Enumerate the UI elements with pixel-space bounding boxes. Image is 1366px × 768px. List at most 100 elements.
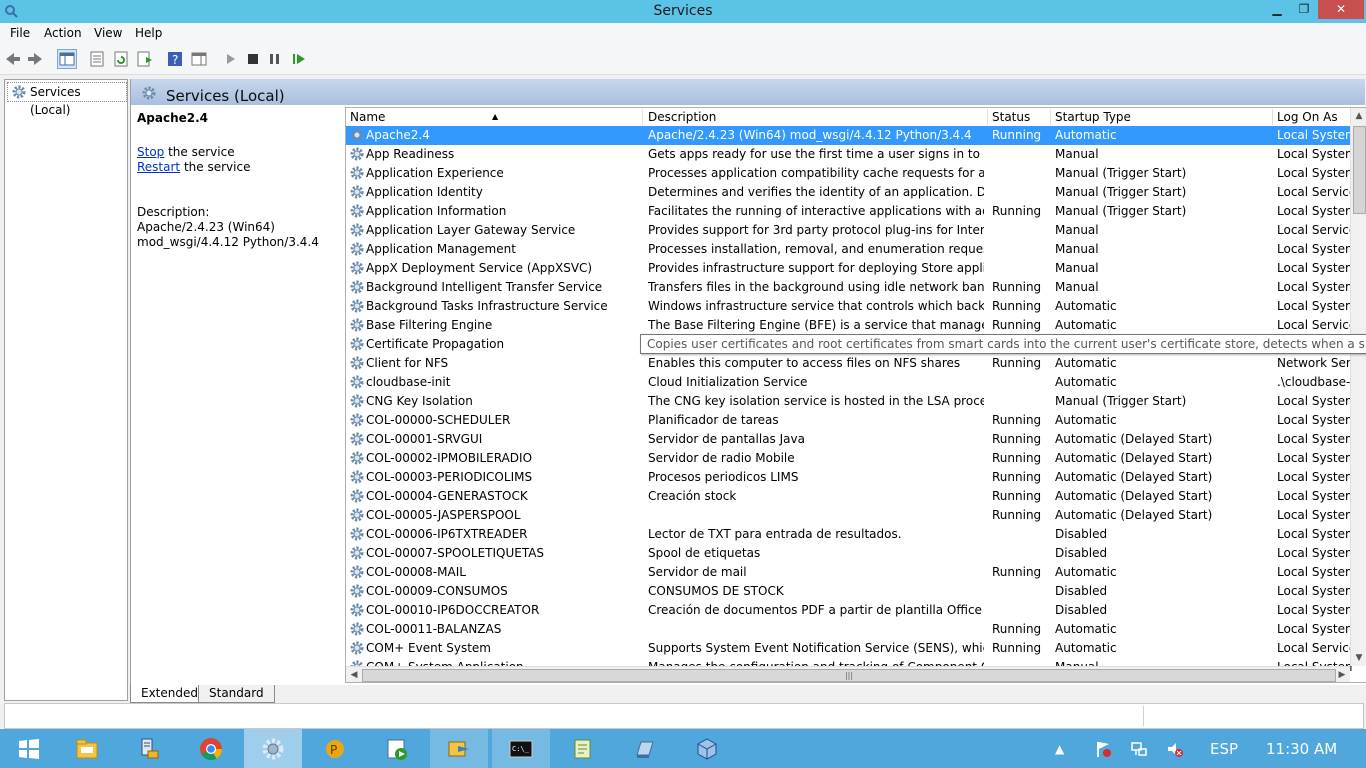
menu-action[interactable]: Action bbox=[44, 26, 82, 40]
cell-name: Application Management bbox=[366, 242, 516, 256]
start-button[interactable] bbox=[0, 729, 58, 768]
table-row[interactable]: AppX Deployment Service (AppXSVC) Provide… bbox=[346, 259, 1353, 278]
taskbar-virtualbox[interactable] bbox=[678, 729, 736, 768]
input-language[interactable]: ESP bbox=[1210, 740, 1238, 758]
volume-muted-icon[interactable] bbox=[1166, 740, 1184, 758]
horizontal-scrollbar[interactable]: ◀ ||| ▶ bbox=[346, 666, 1350, 682]
pause-service-icon[interactable] bbox=[266, 50, 284, 68]
taskbar-notepad[interactable] bbox=[554, 729, 612, 768]
stop-service-link[interactable]: Stop bbox=[137, 145, 164, 159]
cell-status: Running bbox=[992, 622, 1042, 636]
column-header-name[interactable]: Name ▲ bbox=[346, 109, 643, 125]
table-row[interactable]: COL-00001-SRVGUI Servidor de pantallas Ja… bbox=[346, 430, 1353, 449]
horizontal-scroll-thumb[interactable]: ||| bbox=[362, 669, 1336, 682]
cell-description: Enables this computer to access files on… bbox=[648, 356, 961, 370]
close-button[interactable]: ✕ bbox=[1318, 0, 1364, 19]
restart-service-icon[interactable] bbox=[290, 50, 308, 68]
table-row[interactable]: COL-00003-PERIODICOLIMS Procesos periodic… bbox=[346, 468, 1353, 487]
show-hide-console-tree-icon[interactable] bbox=[57, 49, 77, 69]
export-list-icon[interactable] bbox=[136, 50, 154, 68]
menu-help[interactable]: Help bbox=[135, 26, 162, 40]
table-row[interactable]: Client for NFS Enables this computer to a… bbox=[346, 354, 1353, 373]
forward-icon[interactable] bbox=[26, 50, 44, 68]
action-center-flag-icon[interactable] bbox=[1094, 740, 1112, 758]
taskbar-media[interactable] bbox=[368, 729, 426, 768]
cell-log-on-as: Local Service bbox=[1277, 318, 1353, 332]
table-row[interactable]: Application Information Facilitates the r… bbox=[346, 202, 1353, 221]
taskbar-disk[interactable] bbox=[616, 729, 674, 768]
table-row[interactable]: COL-00007-SPOOLETIQUETAS Spool de etiquet… bbox=[346, 544, 1353, 563]
cell-description: Creación stock bbox=[648, 489, 737, 503]
table-row[interactable]: App Readiness Gets apps ready for use the… bbox=[346, 145, 1353, 164]
terminal-icon: C:\_ bbox=[509, 740, 533, 758]
cell-log-on-as: Local Service bbox=[1277, 641, 1353, 655]
taskbar-network-transfer[interactable] bbox=[430, 729, 488, 768]
cell-startup-type: Disabled bbox=[1055, 603, 1108, 617]
menu-file[interactable]: File bbox=[10, 26, 30, 40]
table-row[interactable]: Application Identity Determines and verif… bbox=[346, 183, 1353, 202]
properties-icon[interactable] bbox=[88, 50, 106, 68]
taskbar-terminal[interactable]: C:\_ bbox=[492, 729, 550, 768]
table-row[interactable]: Application Experience Processes applicat… bbox=[346, 164, 1353, 183]
vertical-scrollbar[interactable]: ▲ ▼ bbox=[1350, 108, 1366, 666]
taskbar-server-manager[interactable] bbox=[120, 729, 178, 768]
table-row[interactable]: COL-00004-GENERASTOCK Creación stock Runni… bbox=[346, 487, 1353, 506]
help-icon[interactable]: ? bbox=[166, 50, 184, 68]
table-row[interactable]: CNG Key Isolation The CNG key isolation s… bbox=[346, 392, 1353, 411]
services-list[interactable]: Name ▲ Description Status Startup Type Lo… bbox=[345, 107, 1366, 683]
view-tabs: Extended Standard bbox=[130, 685, 1366, 703]
service-gear-icon bbox=[349, 203, 365, 219]
taskbar-services[interactable] bbox=[244, 729, 302, 768]
table-row[interactable]: Background Tasks Infrastructure Service W… bbox=[346, 297, 1353, 316]
minimize-button[interactable]: ▁ bbox=[1264, 0, 1290, 19]
tree-node-services-local[interactable]: Services (Local) bbox=[7, 82, 127, 117]
maximize-button[interactable]: ❐ bbox=[1291, 0, 1317, 19]
table-row[interactable]: COL-00011-BALANZAS Running Automatic Local … bbox=[346, 620, 1353, 639]
table-row[interactable]: Base Filtering Engine The Base Filtering … bbox=[346, 316, 1353, 335]
refresh-icon[interactable] bbox=[112, 50, 130, 68]
column-header-description[interactable]: Description bbox=[644, 109, 988, 125]
tab-standard[interactable]: Standard bbox=[198, 685, 275, 703]
table-row[interactable]: COL-00010-IP6DOCCREATOR Creación de docum… bbox=[346, 601, 1353, 620]
show-hidden-icons-icon[interactable]: ▲ bbox=[1055, 742, 1064, 756]
vertical-scroll-thumb[interactable] bbox=[1353, 126, 1366, 214]
taskbar-file-explorer[interactable] bbox=[58, 729, 116, 768]
scroll-left-icon[interactable]: ◀ bbox=[346, 667, 362, 682]
table-row[interactable]: Background Intelligent Transfer Service T… bbox=[346, 278, 1353, 297]
column-header-status[interactable]: Status bbox=[988, 109, 1051, 125]
restart-service-link[interactable]: Restart bbox=[137, 160, 180, 174]
network-icon[interactable] bbox=[1130, 740, 1148, 758]
scroll-right-icon[interactable]: ▶ bbox=[1334, 667, 1350, 682]
description-text-line1: Apache/2.4.23 (Win64) bbox=[137, 220, 275, 234]
column-header-log-on-as[interactable]: Log On As bbox=[1273, 109, 1355, 125]
scroll-up-icon[interactable]: ▲ bbox=[1351, 108, 1366, 124]
back-icon[interactable] bbox=[4, 50, 22, 68]
table-row[interactable]: COL-00000-SCHEDULER Planificador de tarea… bbox=[346, 411, 1353, 430]
table-row[interactable]: COL-00006-IP6TXTREADER Lector de TXT para… bbox=[346, 525, 1353, 544]
scroll-down-icon[interactable]: ▼ bbox=[1351, 650, 1366, 666]
start-service-icon[interactable] bbox=[222, 50, 240, 68]
clock[interactable]: 11:30 AM bbox=[1266, 740, 1337, 758]
service-gear-icon bbox=[349, 317, 365, 333]
cell-status: Running bbox=[992, 508, 1042, 522]
table-row[interactable]: cloudbase-init Cloud Initialization Servi… bbox=[346, 373, 1350, 392]
table-row[interactable]: COL-00002-IPMOBILERADIO Servidor de radio… bbox=[346, 449, 1353, 468]
status-divider bbox=[1143, 706, 1144, 726]
table-row[interactable]: COL-00008-MAIL Servidor de mail Running Aut… bbox=[346, 563, 1353, 582]
table-row[interactable]: COL-00005-JASPERSPOOL Running Automatic (D… bbox=[346, 506, 1353, 525]
menu-view[interactable]: View bbox=[94, 26, 122, 40]
taskbar-chrome[interactable] bbox=[182, 729, 240, 768]
stop-service-icon[interactable] bbox=[244, 50, 262, 68]
table-row[interactable]: COM+ Event System Supports System Event N… bbox=[346, 639, 1353, 658]
cell-log-on-as: Local System bbox=[1277, 527, 1353, 541]
table-row[interactable]: Application Management Processes installa… bbox=[346, 240, 1353, 259]
cell-name: Base Filtering Engine bbox=[366, 318, 493, 332]
table-row[interactable]: COL-00009-CONSUMOS CONSUMOS DE STOCK Disab… bbox=[346, 582, 1353, 601]
tree-node-label: Services (Local) bbox=[30, 85, 81, 117]
service-gear-icon bbox=[349, 545, 365, 561]
taskbar-tool[interactable]: P bbox=[306, 729, 364, 768]
table-row[interactable]: Application Layer Gateway Service Provide… bbox=[346, 221, 1353, 240]
table-row[interactable]: Apache2.4 Apache/2.4.23 (Win64) mod_wsgi/… bbox=[346, 126, 1353, 145]
show-action-pane-icon[interactable] bbox=[190, 50, 208, 68]
column-header-startup-type[interactable]: Startup Type bbox=[1051, 109, 1273, 125]
